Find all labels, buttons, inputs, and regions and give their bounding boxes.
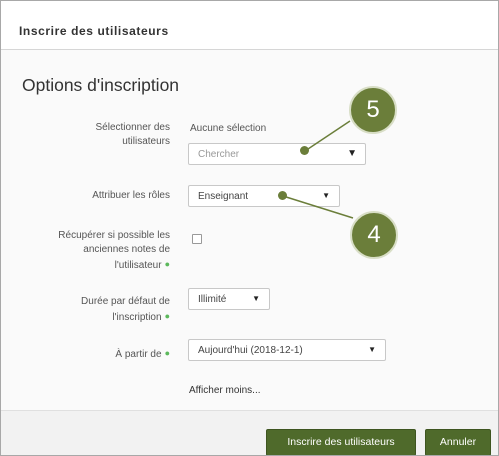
duration-value: Illimité: [198, 294, 227, 305]
recover-grades-label-line1: Récupérer si possible les: [58, 230, 170, 241]
duration-label-line1: Durée par défaut de: [81, 296, 170, 307]
duration-label-line2: l'inscription ●: [20, 309, 170, 325]
start-label-text: À partir de: [115, 349, 162, 360]
select-users-label-line2: utilisateurs: [122, 136, 170, 147]
roles-label: Attribuer les rôles: [92, 190, 170, 201]
recover-grades-checkbox[interactable]: [192, 234, 202, 244]
start-label: À partir de ●: [20, 346, 170, 362]
dialog-body: Options d'inscription Sélectionner des u…: [1, 50, 498, 410]
caret-down-icon: ▼: [368, 345, 376, 354]
required-icon: ●: [164, 259, 170, 269]
section-title: Options d'inscription: [22, 75, 180, 95]
required-icon: ●: [164, 348, 170, 358]
start-date-select[interactable]: Aujourd'hui (2018-12-1) ▼: [188, 339, 386, 361]
search-placeholder: Chercher: [198, 149, 240, 160]
caret-down-icon: ▼: [252, 294, 260, 303]
enrol-users-dialog: Inscrire des utilisateurs Options d'insc…: [0, 0, 499, 456]
search-users-select[interactable]: Chercher ▼: [188, 143, 366, 165]
recover-grades-label-line3: l'utilisateur ●: [20, 257, 170, 273]
roles-select[interactable]: Enseignant ▼: [188, 185, 340, 207]
select-users-label-line1: Sélectionner des: [95, 122, 171, 133]
recover-grades-label-text: l'utilisateur: [114, 260, 162, 271]
recover-grades-label: Récupérer si possible les anciennes note…: [20, 229, 170, 273]
caret-down-icon: ▼: [322, 191, 330, 200]
cancel-button[interactable]: Annuler: [425, 429, 491, 455]
callout-four-dot: [278, 191, 287, 200]
duration-label-text: l'inscription: [112, 312, 162, 323]
caret-down-icon: ▼: [347, 148, 357, 159]
recover-grades-label-line2: anciennes notes de: [83, 244, 170, 255]
select-users-label: Sélectionner des utilisateurs: [20, 121, 171, 149]
callout-five-badge: 5: [349, 86, 397, 134]
dialog-footer: Inscrire des utilisateurs Annuler: [1, 410, 498, 455]
callout-five-dot: [300, 146, 309, 155]
duration-label: Durée par défaut de l'inscription ●: [20, 295, 170, 325]
enrol-users-button[interactable]: Inscrire des utilisateurs: [266, 429, 416, 455]
duration-select[interactable]: Illimité ▼: [188, 288, 270, 310]
selection-status: Aucune sélection: [190, 123, 267, 134]
callout-four-badge: 4: [350, 211, 398, 259]
required-icon: ●: [164, 311, 170, 321]
start-value: Aujourd'hui (2018-12-1): [198, 345, 303, 356]
roles-value: Enseignant: [198, 191, 249, 202]
show-less-link[interactable]: Afficher moins...: [189, 385, 261, 396]
dialog-header: Inscrire des utilisateurs: [1, 1, 498, 50]
dialog-title: Inscrire des utilisateurs: [19, 24, 169, 38]
